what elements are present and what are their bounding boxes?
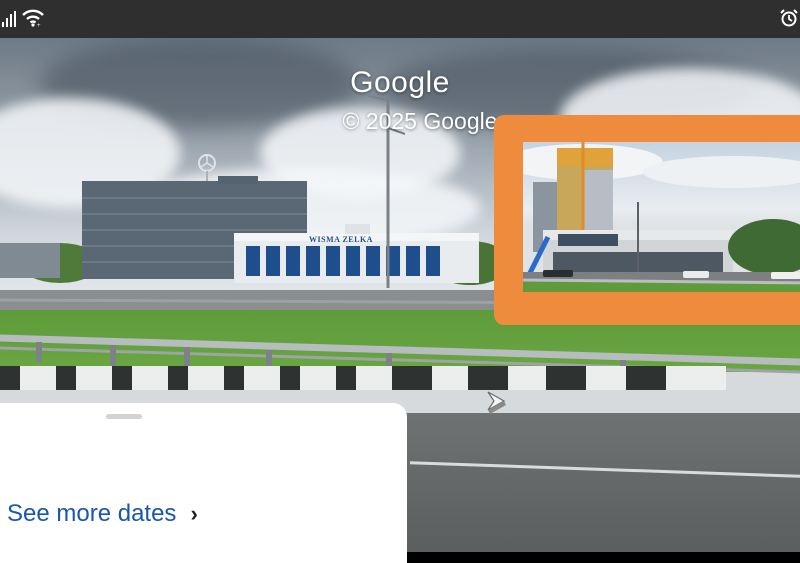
inset-scene [523, 142, 800, 292]
see-more-dates-label: See more dates [7, 500, 177, 527]
svg-text:+: + [37, 23, 41, 27]
bottom-sheet[interactable]: See more dates › [0, 403, 407, 563]
alarm-icon [780, 9, 798, 27]
highlighted-building-view[interactable] [523, 142, 800, 292]
drag-handle[interactable] [106, 414, 142, 419]
signal-icon [2, 11, 16, 27]
see-more-dates-button[interactable]: See more dates › [7, 500, 198, 528]
chevron-right-icon [487, 391, 506, 414]
move-forward-arrow[interactable] [484, 388, 518, 423]
building-sign: WISMA ZELKA [309, 235, 373, 244]
google-watermark: Google [350, 66, 450, 99]
chevron-right-icon: › [190, 501, 198, 526]
wifi-icon: + [22, 9, 44, 27]
curb-barrier [0, 366, 800, 390]
status-bar: + [0, 0, 800, 38]
